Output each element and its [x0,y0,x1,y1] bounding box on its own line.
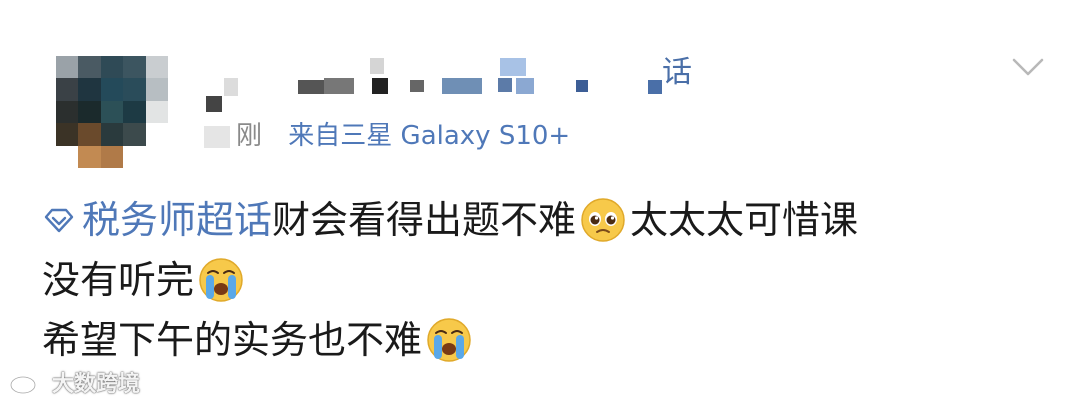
content-line-3: 希望下午的实务也不难 [42,310,1042,370]
supertopic-link[interactable]: 税务师超话 [42,190,272,250]
watermark: 大数跨境 [8,366,140,398]
diamond-topic-icon [44,208,74,233]
username-tail[interactable]: 话 [662,58,692,88]
post-content: 税务师超话 财会看得出题不难 太太太可惜课 没有听完 希望下午的实务也不难 [42,190,1042,370]
weibo-post-card: 话 刚 来自三星 Galaxy S10+ 税务师超话 财会看得出题不难 太太太可… [0,0,1080,402]
loudly-crying-face-emoji [199,258,243,302]
content-line-1: 税务师超话 财会看得出题不难 太太太可惜课 [42,190,1042,250]
content-line-2: 没有听完 [42,250,1042,310]
time-mask [204,126,230,148]
content-text-2: 没有听完 [42,258,195,302]
content-text-3: 希望下午的实务也不难 [42,318,423,362]
post-time: 刚 [236,121,263,151]
username-mosaic[interactable] [198,56,718,116]
post-meta: 刚 来自三星 Galaxy S10+ [236,116,570,156]
content-text-1: 财会看得出题不难 [272,198,577,242]
pleading-face-emoji [581,198,625,242]
supertopic-label: 税务师超话 [82,198,273,242]
post-device[interactable]: 来自三星 Galaxy S10+ [288,121,570,151]
content-text-1b: 太太太可惜课 [630,198,859,242]
weibo-logo-icon [9,372,46,395]
user-avatar[interactable] [56,56,168,168]
chevron-down-icon[interactable] [1010,54,1046,80]
loudly-crying-face-emoji-2 [427,318,471,362]
watermark-text: 大数跨境 [52,372,141,397]
